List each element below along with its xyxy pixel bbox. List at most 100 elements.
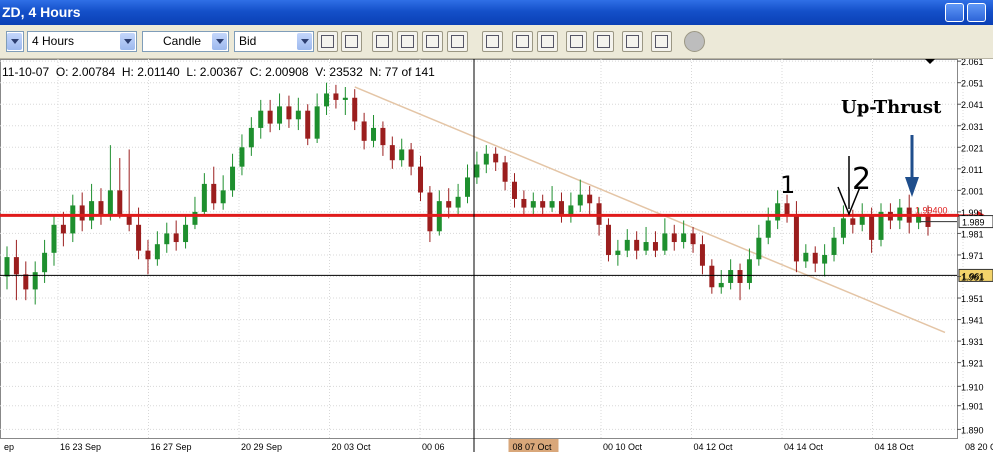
chart-type-value: Candle	[163, 34, 202, 48]
x-tick-label: 08 20 Oct	[965, 442, 993, 452]
candle-body	[267, 110, 273, 124]
template-icon[interactable]	[622, 31, 643, 52]
candle-body	[690, 233, 696, 245]
candle-body	[699, 244, 705, 266]
candle-body	[361, 121, 367, 141]
candle-body	[455, 196, 461, 208]
y-tick-label: 1.890	[961, 425, 984, 435]
y-tick-label: 1.981	[961, 229, 984, 239]
x-tick-label: 16 23 Sep	[60, 442, 101, 452]
candle-body	[643, 242, 649, 251]
timeframe-select[interactable]: 4 Hours	[27, 31, 137, 52]
studies-icon[interactable]	[593, 31, 614, 52]
candle-body	[342, 97, 348, 100]
candle-body	[117, 190, 123, 215]
save-icon[interactable]	[651, 31, 672, 52]
stop-icon[interactable]	[684, 31, 705, 52]
candle-body	[408, 149, 414, 167]
x-tick-label: 16 27 Sep	[151, 442, 192, 452]
zoom-icon[interactable]	[372, 31, 393, 52]
candle-body	[418, 166, 424, 193]
current-price-label: 1.989	[962, 218, 985, 228]
indicator-icon[interactable]	[566, 31, 587, 52]
candle-body	[549, 201, 555, 208]
candle-body	[145, 250, 151, 260]
candle-body	[201, 183, 207, 212]
candle-body	[173, 233, 179, 243]
candle-body	[634, 239, 640, 251]
chart-grid	[0, 59, 964, 439]
x-tick-label: 20 03 Oct	[332, 442, 372, 452]
candle-body	[812, 252, 818, 264]
price-chart[interactable]: 1.994001.9891.961 1.8901.9011.9101.9211.…	[0, 59, 993, 456]
y-tick-label: 1.910	[961, 382, 984, 392]
candle-body	[493, 153, 499, 163]
candle-body	[427, 192, 433, 232]
y-tick-label: 1.931	[961, 337, 984, 347]
y-tick-label: 2.051	[961, 79, 984, 89]
candle-body	[154, 244, 160, 260]
candle-body	[577, 194, 583, 206]
candle-body	[803, 252, 809, 262]
candle-body	[840, 218, 846, 238]
candle-body	[258, 110, 264, 128]
candle-body	[793, 214, 799, 262]
candle-body	[483, 153, 489, 165]
candle-body	[765, 220, 771, 238]
plot-area	[0, 59, 958, 439]
candle-body	[671, 233, 677, 243]
candle-body	[230, 166, 236, 191]
y-tick-label: 1.951	[961, 294, 984, 304]
zoom-out-icon[interactable]	[422, 31, 443, 52]
crosshair-icon[interactable]	[482, 31, 503, 52]
close-button[interactable]	[967, 3, 986, 22]
candle-body	[107, 190, 113, 217]
support-level-label: 1.99400	[915, 205, 948, 215]
candle-body	[371, 127, 377, 141]
toolbar-dropdown-arrow[interactable]	[6, 31, 24, 52]
x-tick-label: 04 18 Oct	[875, 442, 915, 452]
candle-body	[662, 233, 668, 251]
candle-body	[79, 205, 85, 221]
candle-body	[605, 224, 611, 255]
candle-body	[164, 233, 170, 245]
candle-body	[775, 203, 781, 221]
candle-body	[277, 106, 283, 124]
x-tick-label: 00 06	[422, 442, 445, 452]
candle-body	[465, 177, 470, 197]
y-tick-label: 2.001	[961, 186, 984, 196]
candle-body	[652, 242, 658, 251]
candle-body	[380, 127, 386, 146]
window-title: ZD, 4 Hours	[2, 4, 81, 20]
candle-body	[530, 201, 536, 208]
price-type-value: Bid	[239, 34, 257, 48]
print-icon[interactable]	[341, 31, 362, 52]
scroll-vertical-icon[interactable]	[537, 31, 558, 52]
candle-body	[822, 254, 828, 264]
candle-body	[324, 93, 330, 107]
restore-button[interactable]	[945, 3, 964, 22]
timeframe-value: 4 Hours	[32, 34, 75, 48]
info-date: 11-10-07	[2, 65, 50, 79]
info-count: N: 77 of 141	[369, 65, 435, 79]
y-tick-label: 2.061	[961, 59, 984, 67]
candle-body	[248, 127, 254, 148]
candle-body	[615, 250, 621, 255]
candle-body	[305, 110, 311, 139]
y-tick-label: 2.021	[961, 143, 984, 153]
candle-body	[89, 201, 95, 221]
scroll-horizontal-icon[interactable]	[512, 31, 533, 52]
candle-body	[239, 147, 245, 167]
bar-chart-icon[interactable]	[317, 31, 338, 52]
zoom-fit-icon[interactable]	[447, 31, 468, 52]
candle-body	[831, 237, 837, 255]
chart-type-select[interactable]: Candle	[142, 31, 229, 52]
info-high: H: 2.01140	[121, 65, 180, 79]
y-tick-label: 2.041	[961, 100, 984, 110]
candle-body	[23, 274, 29, 290]
up-thrust-label: Up-Thrust	[841, 97, 942, 118]
label-2: 2	[852, 162, 871, 197]
chart-toolbar: 4 Hours Candle Bid	[0, 25, 993, 59]
price-type-select[interactable]: Bid	[234, 31, 314, 52]
zoom-in-icon[interactable]	[397, 31, 418, 52]
